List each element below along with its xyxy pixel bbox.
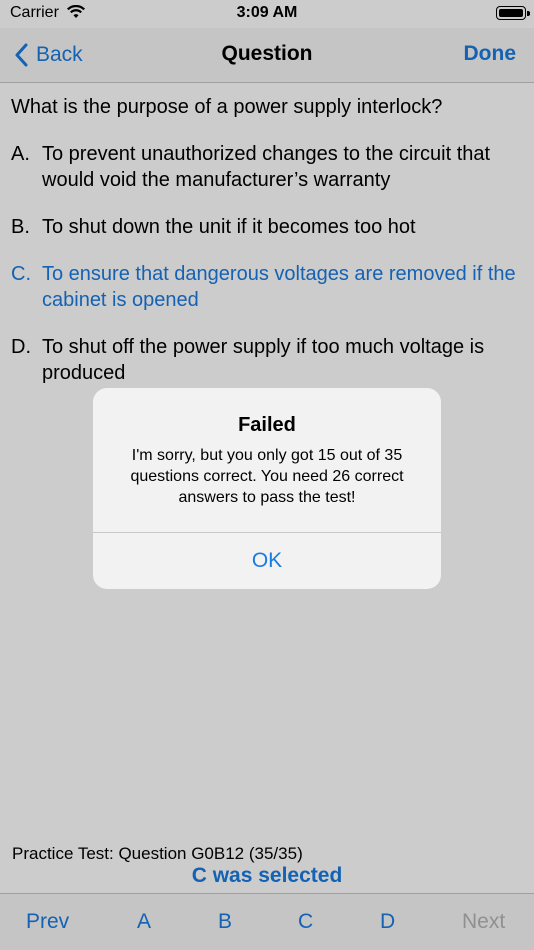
answer-b[interactable]: B. To shut down the unit if it becomes t… xyxy=(11,214,526,240)
clock: 3:09 AM xyxy=(236,4,298,21)
select-d-button[interactable]: D xyxy=(380,910,395,934)
done-button[interactable]: Done xyxy=(464,42,517,66)
select-a-button[interactable]: A xyxy=(137,910,151,934)
answer-letter: C. xyxy=(11,263,31,285)
answer-text: To shut down the unit if it becomes too … xyxy=(42,216,416,238)
answer-letter: B. xyxy=(11,216,30,238)
bottom-toolbar: Prev A B C D Next xyxy=(0,893,534,950)
ok-button[interactable]: OK xyxy=(93,533,441,589)
answer-c[interactable]: C. To ensure that dangerous voltages are… xyxy=(11,261,526,313)
navigation-bar: Back Question Done xyxy=(0,28,534,83)
status-bar: Carrier 3:09 AM xyxy=(0,0,534,28)
select-c-button[interactable]: C xyxy=(298,910,313,934)
alert-title: Failed xyxy=(238,414,296,436)
failed-alert: Failed I'm sorry, but you only got 15 ou… xyxy=(93,388,441,589)
select-b-button[interactable]: B xyxy=(218,910,232,934)
test-progress-label: Practice Test: Question G0B12 (35/35) xyxy=(12,844,303,863)
next-button[interactable]: Next xyxy=(462,910,505,934)
prev-button[interactable]: Prev xyxy=(26,910,69,934)
answer-text: To shut off the power supply if too much… xyxy=(42,336,485,384)
answer-text: To ensure that dangerous voltages are re… xyxy=(42,263,516,311)
page-title: Question xyxy=(221,42,313,65)
battery-icon xyxy=(496,6,530,20)
question-text: What is the purpose of a power supply in… xyxy=(11,96,443,118)
answer-letter: A. xyxy=(11,143,30,165)
alert-message: I'm sorry, but you only got 15 out of 35… xyxy=(130,447,404,506)
selection-status: C was selected xyxy=(191,864,343,887)
answer-a[interactable]: A. To prevent unauthorized changes to th… xyxy=(11,141,526,193)
answer-d[interactable]: D. To shut off the power supply if too m… xyxy=(11,334,526,386)
answer-letter: D. xyxy=(11,336,31,358)
answer-text: To prevent unauthorized changes to the c… xyxy=(42,143,491,191)
